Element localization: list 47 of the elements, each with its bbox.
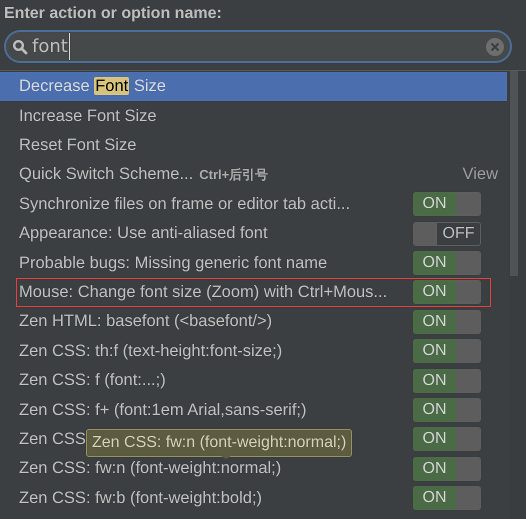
toggle-switch[interactable]: OFF: [413, 222, 481, 246]
toggle-switch[interactable]: ON: [413, 456, 481, 481]
action-label: Quick Switch Scheme...: [19, 164, 194, 186]
option-item[interactable]: Zen CSS: f (font:...;) ON: [16, 366, 491, 396]
option-item[interactable]: Zen CSS: fw:b (font-weight:bold;) ON: [16, 483, 491, 513]
option-label: Zen CSS: fw:n (font-weight:normal;): [19, 458, 282, 480]
option-label: Appearance: Use anti-aliased font: [19, 223, 268, 244]
option-item[interactable]: Probable bugs: Missing generic font name ON: [16, 248, 491, 278]
toggle-switch[interactable]: ON: [413, 339, 481, 364]
action-label: Increase Font Size: [19, 106, 157, 127]
toggle-switch[interactable]: ON: [413, 368, 481, 393]
shortcut-text: Ctrl+后引号: [199, 166, 268, 184]
toggle-switch[interactable]: ON: [413, 486, 481, 510]
option-label: Probable bugs: Missing generic font name: [19, 252, 328, 274]
toggle-switch[interactable]: ON: [413, 251, 481, 276]
option-item[interactable]: Appearance: Use anti-aliased font OFF: [16, 218, 491, 248]
toggle-switch[interactable]: ON: [413, 280, 481, 304]
option-item[interactable]: Synchronize files on frame or editor tab acti... ON: [16, 190, 491, 219]
prompt-title: Enter action or option name:: [4, 4, 223, 24]
option-label: Zen CSS: [19, 429, 86, 450]
option-item[interactable]: Zen CSS: f+ (font:1em Arial,sans-serif;) ON: [16, 395, 491, 425]
group-text: View: [462, 164, 498, 186]
option-item[interactable]: Zen CSS: fw:n (font-weight:normal;) ON: [16, 454, 491, 484]
option-label: Mouse: Change font size (Zoom) with Ctrl+Mous...: [19, 282, 388, 304]
toggle-switch[interactable]: ON: [413, 192, 481, 216]
option-label: Zen CSS: f (font:...;): [19, 370, 166, 392]
option-label: Zen CSS: th:f (text-height:font-size;): [19, 340, 282, 362]
search-field[interactable]: font: [4, 30, 512, 63]
action-label: Decrease Font Size: [19, 76, 166, 98]
clear-icon[interactable]: [486, 38, 504, 56]
option-label: Zen CSS: f+ (font:1em Arial,sans-serif;): [19, 400, 306, 421]
toggle-switch[interactable]: ON: [413, 310, 481, 334]
toggle-switch[interactable]: ON: [413, 398, 481, 422]
search-icon: [12, 38, 28, 54]
tooltip: Zen CSS: fw:n (font-weight:normal;): [86, 429, 352, 457]
option-item[interactable]: Zen CSS: th:f (text-height:font-size;) ON: [16, 336, 491, 366]
option-label: Zen HTML: basefont (<basefont/>): [19, 311, 272, 332]
option-item[interactable]: Zen HTML: basefont (<basefont/>) ON: [16, 307, 491, 337]
toggle-switch[interactable]: ON: [413, 427, 481, 452]
action-item[interactable]: Reset Font Size: [0, 130, 507, 160]
option-item[interactable]: Mouse: Change font size (Zoom) with Ctrl+Mous... ON: [16, 278, 491, 308]
option-label: Zen CSS: fw:b (font-weight:bold;): [19, 488, 262, 509]
action-item[interactable]: Quick Switch Scheme... Ctrl+后引号 View: [0, 160, 507, 190]
option-label: Synchronize files on frame or editor tab acti...: [19, 194, 350, 215]
action-item[interactable]: Increase Font Size: [0, 101, 507, 131]
action-item[interactable]: Decrease Font Size: [0, 72, 507, 102]
action-label: Reset Font Size: [19, 135, 136, 156]
